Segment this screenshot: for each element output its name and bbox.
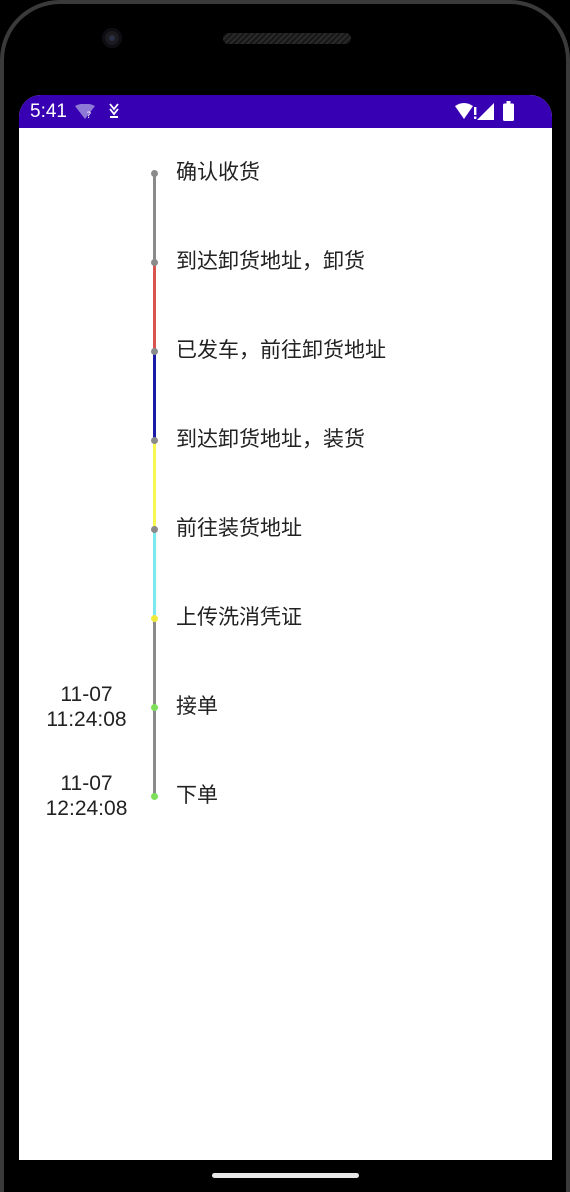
timeline-segment xyxy=(153,262,156,351)
earpiece-speaker xyxy=(223,33,351,44)
timeline-item-date: 11-07 xyxy=(60,772,113,795)
timeline-item-time: 11-07 11:24:08 xyxy=(19,682,154,732)
timeline-dot xyxy=(151,436,158,444)
timeline-item-time: 11-07 12:24:08 xyxy=(19,771,154,821)
wifi-badge-text: ? xyxy=(87,111,92,120)
app-screen: 5:41 ? 确认收货 到达卸货地址，卸货 已发车，前往卸货地址 到达卸货地址，… xyxy=(19,95,552,1160)
timeline-item-clock: 11:24:08 xyxy=(46,708,127,731)
timeline-dot xyxy=(151,258,158,266)
battery-icon xyxy=(503,101,514,121)
timeline-dot xyxy=(151,525,158,533)
timeline-item-date: 11-07 xyxy=(60,683,113,706)
timeline-dot xyxy=(151,169,158,177)
front-camera xyxy=(102,28,122,48)
timeline-item-clock: 12:24:08 xyxy=(45,797,128,820)
timeline-item-label: 接单 xyxy=(176,694,218,718)
wifi-alert-icon xyxy=(455,103,477,119)
timeline-dot xyxy=(151,614,158,622)
timeline-item-label: 前往装货地址 xyxy=(176,516,302,540)
timeline-item-label: 确认收货 xyxy=(176,160,260,184)
timeline-item-label: 上传洗消凭证 xyxy=(176,605,302,629)
phone-device: 5:41 ? 确认收货 到达卸货地址，卸货 已发车，前往卸货地址 到达卸货地址，… xyxy=(0,0,570,1192)
timeline-segment xyxy=(153,440,156,529)
timeline-item-label: 下单 xyxy=(176,783,218,807)
timeline-item-label: 已发车，前往卸货地址 xyxy=(176,338,386,362)
status-bar: 5:41 ? xyxy=(19,95,552,128)
timeline-item-label: 到达卸货地址，卸货 xyxy=(176,249,365,273)
timeline-segment xyxy=(153,173,156,262)
home-gesture-bar[interactable] xyxy=(212,1173,359,1178)
wifi-question-icon: ? xyxy=(75,104,95,120)
status-time: 5:41 xyxy=(30,101,67,122)
download-icon xyxy=(109,103,119,118)
timeline-dot xyxy=(151,347,158,355)
cell-signal-icon xyxy=(477,103,494,120)
timeline-item-label: 到达卸货地址，装货 xyxy=(176,427,365,451)
timeline-segment xyxy=(153,529,156,618)
order-timeline: 确认收货到达卸货地址，卸货 已发车，前往卸货地址 到达卸货地址，装货 前往装货地址 上传… xyxy=(19,128,552,1160)
timeline-segment xyxy=(153,351,156,440)
